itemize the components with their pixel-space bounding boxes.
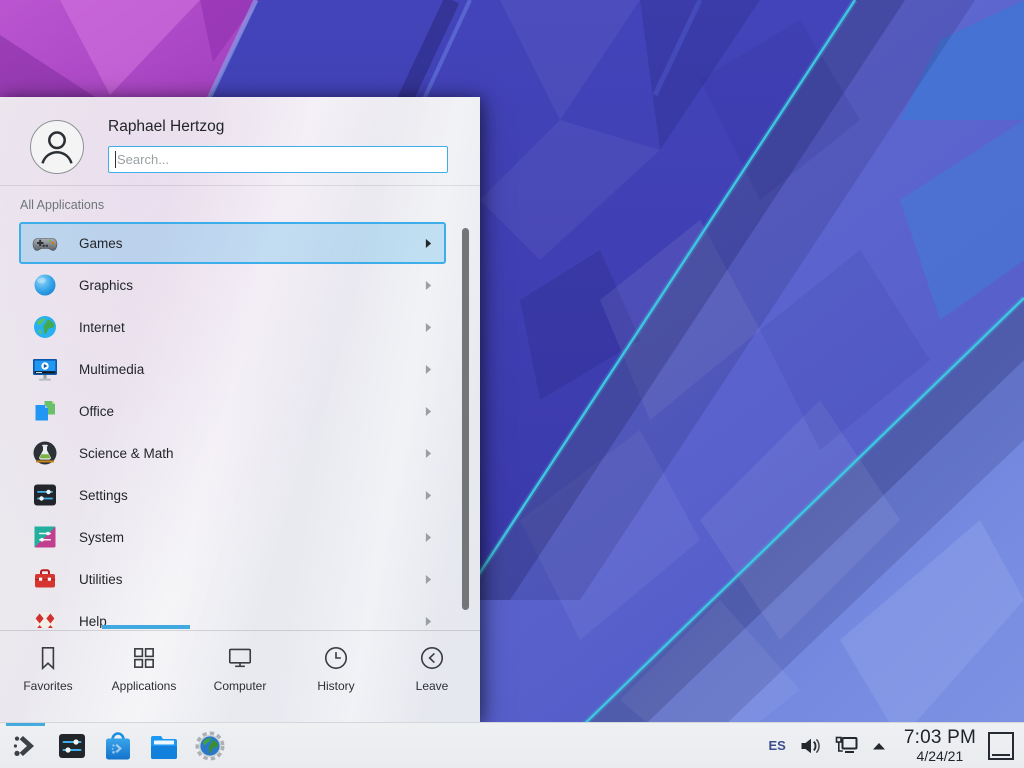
clock-icon <box>322 644 350 672</box>
leave-icon <box>418 644 446 672</box>
clock-time: 7:03 PM <box>904 728 976 747</box>
folder-icon <box>148 730 180 762</box>
menu-item-graphics[interactable]: Graphics <box>19 264 446 306</box>
system-tray: ES 7:03 PM <box>768 728 1014 763</box>
computer-icon <box>226 644 254 672</box>
menu-item-label: Utilities <box>79 572 123 587</box>
submenu-arrow-icon <box>425 406 432 417</box>
tab-label: Computer <box>214 679 267 693</box>
monitor-play-icon <box>31 355 59 383</box>
menu-item-label: Games <box>79 236 123 251</box>
application-launcher-menu: Raphael Hertzog All Applications Games <box>0 97 480 722</box>
submenu-arrow-icon <box>425 532 432 543</box>
menu-item-label: Science & Math <box>79 446 174 461</box>
tab-computer[interactable]: Computer <box>192 631 288 722</box>
submenu-arrow-icon <box>425 448 432 459</box>
taskbar-discover[interactable] <box>100 723 136 768</box>
user-avatar[interactable] <box>30 120 84 174</box>
menu-item-settings[interactable]: Settings <box>19 474 446 516</box>
tab-label: Favorites <box>23 679 72 693</box>
tab-favorites[interactable]: Favorites <box>0 631 96 722</box>
kde-menu-icon <box>10 730 42 762</box>
bookmark-icon <box>34 644 62 672</box>
application-category-list: Games Graphics Internet <box>19 222 446 628</box>
digital-clock[interactable]: 7:03 PM 4/24/21 <box>904 728 976 763</box>
sphere-icon <box>31 271 59 299</box>
menu-item-utilities[interactable]: Utilities <box>19 558 446 600</box>
menu-item-internet[interactable]: Internet <box>19 306 446 348</box>
search-field-wrap <box>108 146 448 173</box>
submenu-arrow-icon <box>425 238 432 249</box>
flask-icon <box>31 439 59 467</box>
text-caret <box>115 151 116 168</box>
tab-label: History <box>317 679 354 693</box>
taskbar-application-launcher[interactable] <box>8 723 44 768</box>
submenu-arrow-icon <box>425 322 432 333</box>
tab-label: Leave <box>416 679 449 693</box>
lifebuoy-icon <box>31 607 59 628</box>
taskbar: ES 7:03 PM <box>0 722 1024 768</box>
user-name: Raphael Hertzog <box>108 118 224 136</box>
system-sliders-icon <box>31 523 59 551</box>
documents-icon <box>31 397 59 425</box>
section-label: All Applications <box>20 198 104 212</box>
menu-scrollbar[interactable] <box>462 228 469 610</box>
submenu-arrow-icon <box>425 574 432 585</box>
menu-item-label: Graphics <box>79 278 133 293</box>
submenu-arrow-icon <box>425 364 432 375</box>
toolbox-icon <box>31 565 59 593</box>
menu-item-multimedia[interactable]: Multimedia <box>19 348 446 390</box>
menu-item-office[interactable]: Office <box>19 390 446 432</box>
taskbar-system-settings[interactable] <box>54 723 90 768</box>
grid-icon <box>130 644 158 672</box>
globe-icon <box>31 313 59 341</box>
tab-history[interactable]: History <box>288 631 384 722</box>
globe-gear-icon <box>194 730 226 762</box>
tab-leave[interactable]: Leave <box>384 631 480 722</box>
discover-bag-icon <box>102 730 134 762</box>
taskbar-web-browser[interactable] <box>192 723 228 768</box>
tab-label: Applications <box>112 679 177 693</box>
gamepad-icon <box>31 229 59 257</box>
keyboard-layout-indicator[interactable]: ES <box>768 738 785 753</box>
active-tab-indicator <box>102 625 190 629</box>
system-settings-icon <box>56 730 88 762</box>
network-icon[interactable] <box>834 735 860 757</box>
search-input[interactable] <box>108 146 448 173</box>
show-desktop-button[interactable] <box>988 732 1014 760</box>
desktop: Raphael Hertzog All Applications Games <box>0 0 1024 768</box>
active-task-indicator <box>6 723 45 726</box>
clock-date: 4/24/21 <box>904 749 976 763</box>
menu-item-help[interactable]: Help <box>19 600 446 628</box>
submenu-arrow-icon <box>425 616 432 627</box>
taskbar-file-manager[interactable] <box>146 723 182 768</box>
tray-expander-icon[interactable] <box>871 741 887 751</box>
menu-item-label: Internet <box>79 320 125 335</box>
menu-item-label: Office <box>79 404 114 419</box>
submenu-arrow-icon <box>425 280 432 291</box>
menu-item-label: Multimedia <box>79 362 144 377</box>
menu-item-games[interactable]: Games <box>19 222 446 264</box>
launcher-footer-tabs: Favorites Applications Computer Hist <box>0 631 480 722</box>
menu-item-science-math[interactable]: Science & Math <box>19 432 446 474</box>
menu-item-label: System <box>79 530 124 545</box>
menu-item-label: Settings <box>79 488 128 503</box>
sliders-icon <box>31 481 59 509</box>
volume-icon[interactable] <box>799 736 823 756</box>
submenu-arrow-icon <box>425 490 432 501</box>
menu-item-system[interactable]: System <box>19 516 446 558</box>
header-separator <box>0 185 480 186</box>
tab-applications[interactable]: Applications <box>96 631 192 722</box>
